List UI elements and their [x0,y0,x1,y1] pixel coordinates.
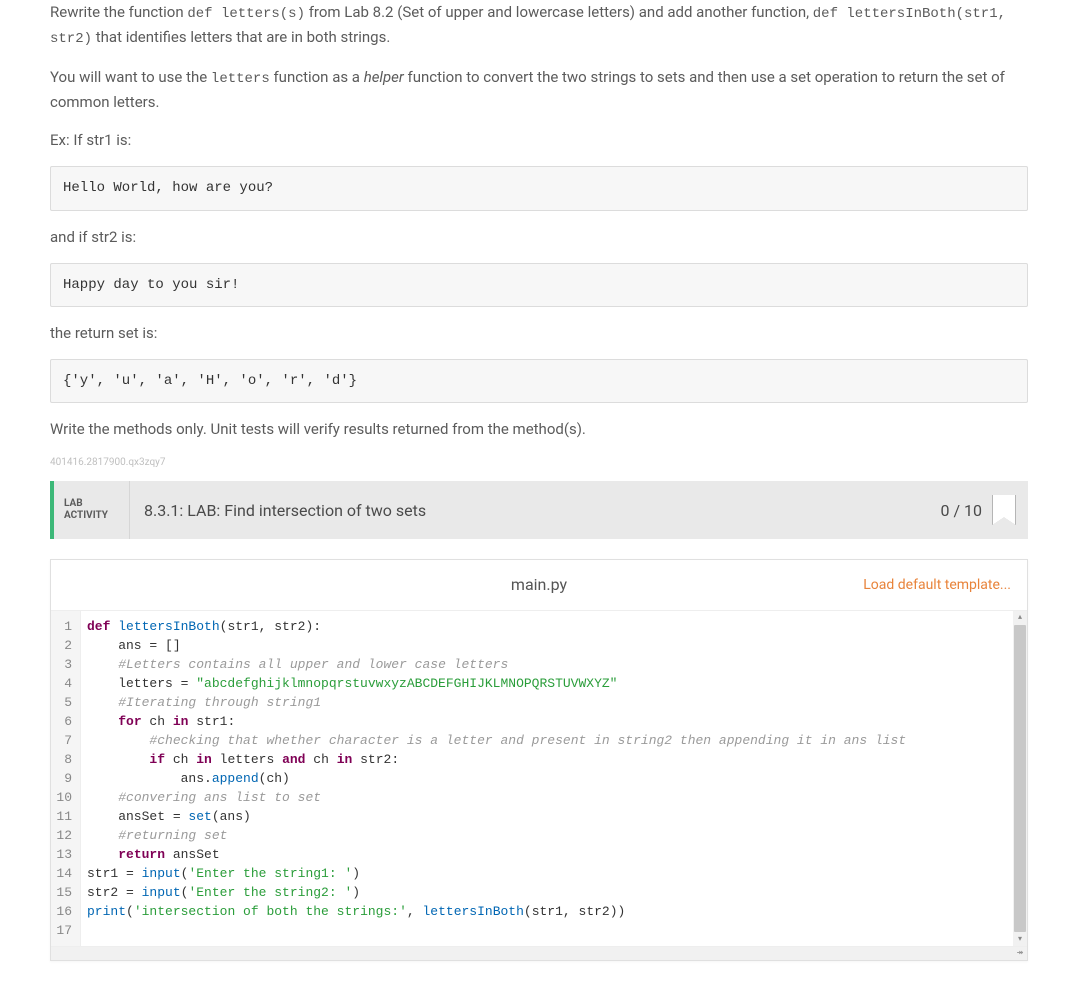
code-line[interactable]: str1 = input('Enter the string1: ') [87,864,1005,883]
example-box: Hello World, how are you? [50,166,1028,210]
label-line: ACTIVITY [64,510,108,522]
watermark-id: 401416.2817900.qx3zqy7 [50,455,1028,471]
line-number: 4 [53,674,74,693]
line-number: 11 [53,807,74,826]
text-run: from Lab 8.2 (Set of upper and lowercase… [305,3,813,21]
inline-code: letters [211,71,270,87]
line-number: 1 [53,617,74,636]
activity-type-label: LAB ACTIVITY [54,481,130,539]
label-line: LAB [64,498,83,510]
scroll-right-icon[interactable]: ↠ [1013,947,1027,960]
line-number: 14 [53,864,74,883]
line-number: 17 [53,921,74,940]
example-label: and if str2 is: [50,225,1028,249]
example-box: Happy day to you sir! [50,263,1028,307]
code-line[interactable]: ans = [] [87,636,1005,655]
code-line[interactable]: print('intersection of both the strings:… [87,902,1005,921]
instructions: Rewrite the function def letters(s) from… [50,0,1028,441]
example-label: Ex: If str1 is: [50,128,1028,152]
line-number: 13 [53,845,74,864]
line-number: 5 [53,693,74,712]
code-line[interactable]: #Letters contains all upper and lower ca… [87,655,1005,674]
line-number: 6 [53,712,74,731]
line-gutter: 1234567891011121314151617 [51,611,81,946]
scrollbar-vertical[interactable]: ▴ ▾ [1013,611,1027,946]
text-run: You will want to use the [50,68,211,86]
line-number: 2 [53,636,74,655]
bookmark-icon[interactable] [992,495,1016,525]
text-run: that identifies letters that are in both… [92,28,390,46]
text-run: function as a [270,68,364,86]
example-label: the return set is: [50,321,1028,345]
code-line[interactable]: return ansSet [87,845,1005,864]
code-line[interactable]: #Iterating through string1 [87,693,1005,712]
activity-title: 8.3.1: LAB: Find intersection of two set… [130,481,928,539]
line-number: 9 [53,769,74,788]
code-line[interactable]: letters = "abcdefghijklmnopqrstuvwxyzABC… [87,674,1005,693]
line-number: 15 [53,883,74,902]
code-line[interactable]: #checking that whether character is a le… [87,731,1005,750]
line-number: 3 [53,655,74,674]
editor-body: 1234567891011121314151617 def lettersInB… [51,611,1027,946]
scroll-down-icon[interactable]: ▾ [1013,933,1027,946]
instruction-paragraph: You will want to use the letters functio… [50,65,1028,114]
editor-filename: main.py [511,572,567,598]
inline-code: def letters(s) [187,6,305,22]
code-editor: main.py Load default template... 1234567… [50,559,1028,961]
scroll-up-icon[interactable]: ▴ [1013,611,1027,624]
line-number: 7 [53,731,74,750]
text-run: Rewrite the function [50,3,187,21]
line-number: 12 [53,826,74,845]
code-area[interactable]: def lettersInBoth(str1, str2): ans = [] … [81,611,1013,946]
code-line[interactable]: #returning set [87,826,1005,845]
code-line[interactable]: str2 = input('Enter the string2: ') [87,883,1005,902]
instruction-paragraph: Write the methods only. Unit tests will … [50,417,1028,441]
score-text: 0 / 10 [940,498,982,524]
line-number: 10 [53,788,74,807]
code-line[interactable]: #convering ans list to set [87,788,1005,807]
load-template-link[interactable]: Load default template... [863,574,1011,596]
activity-header: LAB ACTIVITY 8.3.1: LAB: Find intersecti… [50,481,1028,539]
line-number: 8 [53,750,74,769]
code-line[interactable]: for ch in str1: [87,712,1005,731]
editor-header: main.py Load default template... [51,560,1027,611]
instruction-paragraph: Rewrite the function def letters(s) from… [50,0,1028,51]
line-number: 16 [53,902,74,921]
example-box: {'y', 'u', 'a', 'H', 'o', 'r', 'd'} [50,359,1028,403]
code-line[interactable]: ansSet = set(ans) [87,807,1005,826]
code-line[interactable]: if ch in letters and ch in str2: [87,750,1005,769]
activity-score-area: 0 / 10 [928,481,1028,539]
code-line[interactable]: ans.append(ch) [87,769,1005,788]
scrollbar-horizontal[interactable]: ↠ [51,946,1027,960]
scroll-thumb[interactable] [1014,625,1026,932]
text-emphasis: helper [364,68,404,86]
code-line[interactable]: def lettersInBoth(str1, str2): [87,617,1005,636]
